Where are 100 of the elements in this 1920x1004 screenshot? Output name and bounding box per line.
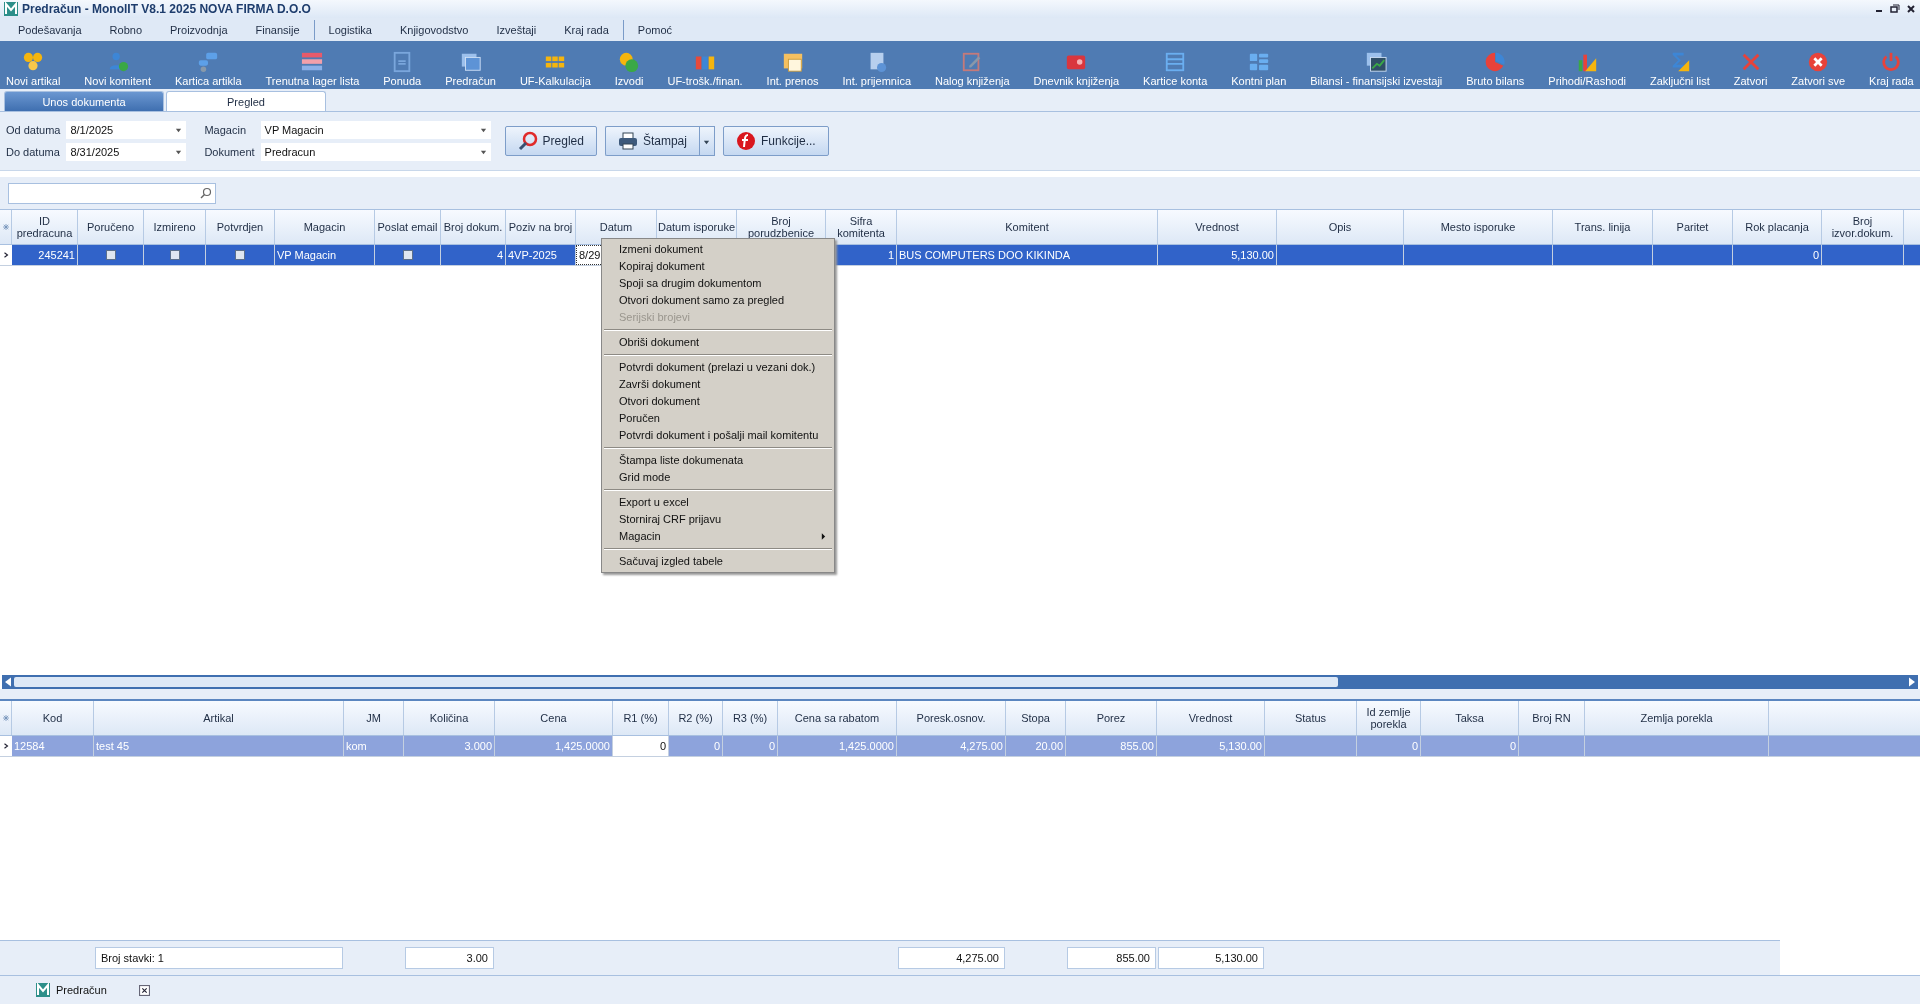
column-header[interactable]: Kod — [12, 701, 94, 735]
menu-item[interactable]: Štampa liste dokumenata — [602, 452, 834, 469]
column-header[interactable]: Broj izvor.dokum. — [1822, 210, 1904, 244]
column-header[interactable]: Cena — [495, 701, 613, 735]
document-tab[interactable]: Predračun — [6, 978, 156, 1002]
column-header[interactable]: ID predracuna — [12, 210, 78, 244]
checkbox[interactable] — [169, 250, 180, 260]
column-header[interactable]: Artikal — [94, 701, 344, 735]
menu-item[interactable]: Kraj rada — [550, 23, 623, 36]
dropdown-field[interactable]: 8/31/2025 — [66, 143, 187, 161]
column-header[interactable]: Potvrdjen — [206, 210, 275, 244]
splitter[interactable] — [0, 689, 1920, 701]
column-header[interactable]: Poziv na broj — [506, 210, 576, 244]
search-field[interactable] — [8, 182, 216, 204]
column-header[interactable]: Id zemlje porekla — [1357, 701, 1421, 735]
checkbox[interactable] — [235, 250, 245, 260]
column-header[interactable]: Trans. linija — [1553, 210, 1653, 244]
menu-item[interactable]: Potvrdi dokument i pošalji mail komitentu — [602, 427, 834, 444]
dropdown-field[interactable]: Predracun — [260, 143, 491, 161]
menu-item[interactable]: Poručen — [602, 410, 834, 427]
toolbar-button[interactable]: UF-Kalkulacija — [517, 51, 593, 87]
toolbar-button[interactable]: Zatvori — [1731, 51, 1770, 87]
column-header[interactable]: Paritet — [1653, 210, 1733, 244]
toolbar-button[interactable]: Kartice konta — [1141, 51, 1210, 87]
column-header[interactable]: Vrednost — [1157, 701, 1265, 735]
toolbar-button[interactable]: Trenutna lager lista — [263, 51, 362, 87]
toolbar-button[interactable]: Novi artikal — [4, 51, 63, 87]
menu-item[interactable]: Sačuvaj izgled tabele — [602, 553, 834, 570]
column-header[interactable]: Opis — [1277, 210, 1404, 244]
column-header[interactable]: Količina — [404, 701, 495, 735]
toolbar-button[interactable]: Kartica artikla — [172, 51, 244, 87]
column-header[interactable]: Cena sa rabatom — [778, 701, 897, 735]
horizontal-scrollbar[interactable] — [2, 675, 1918, 689]
scrollbar-thumb[interactable] — [14, 677, 1339, 687]
toolbar-button[interactable]: Bruto bilans — [1464, 51, 1527, 87]
toolbar-button[interactable]: Prihodi/Rashodi — [1546, 51, 1628, 87]
menu-item[interactable]: Spoji sa drugim dokumentom — [602, 275, 834, 292]
toolbar-button[interactable]: Dnevnik knjiženja — [1031, 51, 1122, 87]
functions-button[interactable]: Funkcije... — [722, 126, 829, 156]
dropdown-field[interactable]: 8/1/2025 — [66, 121, 187, 139]
tab[interactable]: Unos dokumenta — [4, 91, 164, 111]
tab[interactable]: Pregled — [166, 91, 326, 111]
column-header[interactable]: Stopa — [1006, 701, 1066, 735]
toolbar-button[interactable]: Zatvori sve — [1789, 51, 1848, 87]
column-header[interactable]: JM — [344, 701, 404, 735]
column-header[interactable]: Poslat email — [375, 210, 441, 244]
column-header[interactable]: Magacin — [275, 210, 375, 244]
column-header[interactable]: Taksa — [1421, 701, 1519, 735]
column-header[interactable]: Poresk.osnov. — [897, 701, 1006, 735]
menu-item[interactable]: Storniraj CRF prijavu — [602, 511, 834, 528]
column-header[interactable]: Broj dokum. — [441, 210, 506, 244]
toolbar-button[interactable]: Ponuda — [381, 51, 424, 87]
column-header[interactable]: Rok placanja — [1733, 210, 1822, 244]
menu-item[interactable]: Finansije — [241, 23, 314, 36]
menu-item[interactable]: Otvori dokument samo za pregled — [602, 292, 834, 309]
toolbar-button[interactable]: Predračun — [443, 51, 498, 87]
menu-item[interactable]: Robno — [95, 23, 157, 36]
column-header[interactable]: Mesto isporuke — [1404, 210, 1553, 244]
menu-item[interactable]: Grid mode — [602, 469, 834, 486]
menu-item[interactable]: Export u excel — [602, 494, 834, 511]
menu-item[interactable]: Logistika — [314, 23, 386, 36]
table-row[interactable]: 12584 test 45 kom 3.000 1,425.0000 0 0 0 1,425.0000 4,275.00 20.00 855.00 5,130.00 0 0 — [0, 736, 1920, 757]
toolbar-button[interactable]: Int. prenos — [764, 51, 821, 87]
checkbox[interactable] — [105, 250, 116, 260]
column-header[interactable]: R2 (%) — [669, 701, 723, 735]
close-icon[interactable] — [1906, 4, 1916, 14]
column-header[interactable]: Komitent — [897, 210, 1158, 244]
column-header[interactable]: R3 (%) — [723, 701, 778, 735]
toolbar-button[interactable]: Nalog knjiženja — [932, 51, 1012, 87]
column-header[interactable]: Porez — [1066, 701, 1157, 735]
toolbar-button[interactable]: Kraj rada — [1867, 51, 1916, 87]
menu-item[interactable]: Otvori dokument — [602, 393, 834, 410]
toolbar-button[interactable]: Novi komitent — [82, 51, 153, 87]
preview-button[interactable]: Pregled — [504, 126, 597, 156]
menu-item[interactable]: Proizvodnja — [156, 23, 242, 36]
column-header[interactable]: Vrednost — [1158, 210, 1277, 244]
toolbar-button[interactable]: Izvodi — [612, 51, 646, 87]
menu-item[interactable]: Potvrdi dokument (prelazi u vezani dok.) — [602, 359, 834, 376]
restore-icon[interactable] — [1890, 4, 1900, 14]
menu-item[interactable]: Magacin — [602, 528, 834, 545]
toolbar-button[interactable]: Zaključni list — [1647, 51, 1712, 87]
close-icon[interactable] — [139, 984, 150, 996]
menu-item[interactable]: Pomoć — [623, 23, 687, 36]
column-header[interactable]: Izmireno — [144, 210, 206, 244]
toolbar-button[interactable]: Kontni plan — [1229, 51, 1289, 87]
print-button[interactable]: Štampaj — [604, 126, 699, 156]
column-header[interactable]: Broj RN — [1519, 701, 1585, 735]
column-header[interactable]: R1 (%) — [613, 701, 669, 735]
toolbar-button[interactable]: Bilansi - finansijski izvestaji — [1308, 51, 1445, 87]
menu-item[interactable]: Knjigovodstvo — [385, 23, 483, 36]
checkbox[interactable] — [402, 250, 413, 260]
column-header[interactable]: Zemlja porekla — [1585, 701, 1769, 735]
toolbar-button[interactable]: UF-trošk./finan. — [665, 51, 745, 87]
dropdown-field[interactable]: VP Magacin — [260, 121, 491, 139]
menu-item[interactable]: Izveštaji — [482, 23, 551, 36]
menu-item[interactable]: Obriši dokument — [602, 334, 834, 351]
menu-item[interactable]: Završi dokument — [602, 376, 834, 393]
toolbar-button[interactable]: Int. prijemnica — [840, 51, 913, 87]
menu-item[interactable]: Podešavanja — [4, 23, 96, 36]
column-header[interactable]: Status — [1265, 701, 1357, 735]
